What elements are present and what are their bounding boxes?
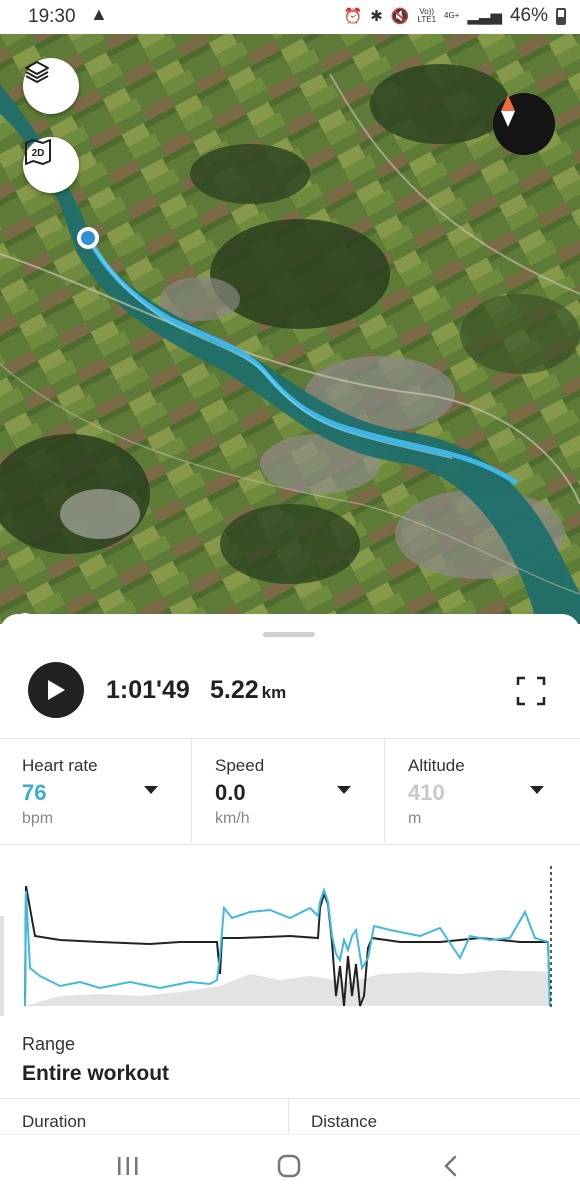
warning-icon: ▲: [90, 4, 108, 24]
play-button[interactable]: [28, 662, 84, 718]
map-2d-icon: 2D: [25, 139, 51, 165]
divider: [288, 1098, 289, 1134]
range-selector[interactable]: Range Entire workout: [0, 1026, 580, 1098]
chevron-down-icon[interactable]: [144, 786, 158, 794]
mute-icon: 🔇: [390, 8, 410, 25]
divider: [0, 844, 580, 845]
play-icon: [48, 680, 65, 700]
divider: [191, 738, 192, 842]
metric-label: Altitude: [408, 756, 465, 775]
recent-apps-icon: [118, 1157, 138, 1175]
workout-sheet: 1:01'49 5.22 km Heart rate 76 bpm Speed 0…: [0, 614, 580, 1134]
metric-value: 0.0: [215, 780, 246, 805]
distance-unit: km: [261, 683, 287, 702]
alarm-icon: ⏰: [343, 8, 363, 25]
compass-icon: [501, 95, 515, 127]
layers-icon: [25, 61, 49, 83]
volte-indicator: Vo)) LTE1: [417, 8, 436, 24]
metric-unit: bpm: [22, 810, 54, 827]
status-time: 19:30: [28, 6, 76, 27]
compass-button[interactable]: [493, 93, 555, 155]
back-icon: [444, 1155, 457, 1177]
duration-label: Duration: [22, 1112, 87, 1131]
layers-button[interactable]: [23, 58, 79, 114]
lte-label: LTE1: [417, 15, 437, 24]
distance-label: Distance: [311, 1112, 378, 1131]
metric-unit: m: [408, 810, 422, 827]
battery-percent: 46%: [509, 5, 548, 26]
metric-speed[interactable]: Speed 0.0 km/h: [193, 738, 383, 842]
chevron-down-icon[interactable]: [530, 786, 544, 794]
chevron-down-icon[interactable]: [337, 786, 351, 794]
battery-icon: [556, 7, 566, 25]
system-nav-bar: [0, 1134, 580, 1200]
metric-label: Heart rate: [22, 756, 98, 775]
workout-graph[interactable]: [0, 846, 580, 1026]
recent-apps-button[interactable]: [108, 1151, 148, 1181]
metric-altitude[interactable]: Altitude 410 m: [386, 738, 576, 842]
divider: [0, 1098, 580, 1099]
range-value: Entire workout: [22, 1062, 170, 1085]
map-view[interactable]: 2D mapbox i: [0, 34, 580, 624]
graph-left-edge: [0, 916, 4, 1016]
metric-value: 410: [408, 780, 445, 805]
range-label: Range: [22, 1034, 76, 1054]
status-icons: ⏰ ✱ 🔇 Vo)) LTE1 4G+ ▂▃▅ 46%: [344, 5, 566, 27]
bluetooth-icon: ✱: [370, 8, 383, 25]
workout-graph-svg: [0, 846, 580, 1026]
workout-duration: 1:01'49: [106, 676, 190, 704]
home-icon: [277, 1154, 301, 1178]
distance-value: 5.22: [210, 676, 259, 704]
metric-value: 76: [22, 780, 47, 805]
divider: [384, 738, 385, 842]
home-button[interactable]: [269, 1151, 309, 1181]
metric-label: Speed: [215, 756, 265, 775]
workout-distance: 5.22 km: [210, 676, 286, 705]
drag-handle[interactable]: [263, 632, 315, 637]
svg-text:2D: 2D: [32, 148, 45, 159]
metric-unit: km/h: [215, 810, 250, 827]
signal-icon: ▂▃▅: [467, 8, 502, 25]
map-2d-toggle-button[interactable]: 2D: [23, 137, 79, 193]
fullscreen-button[interactable]: [516, 676, 546, 706]
metric-heart-rate[interactable]: Heart rate 76 bpm: [0, 738, 190, 842]
network-type: 4G+: [444, 11, 460, 20]
status-bar: 19:30 ▲ ⏰ ✱ 🔇 Vo)) LTE1 4G+ ▂▃▅ 46%: [0, 0, 580, 34]
fullscreen-icon: [516, 676, 546, 706]
back-button[interactable]: [431, 1151, 471, 1181]
